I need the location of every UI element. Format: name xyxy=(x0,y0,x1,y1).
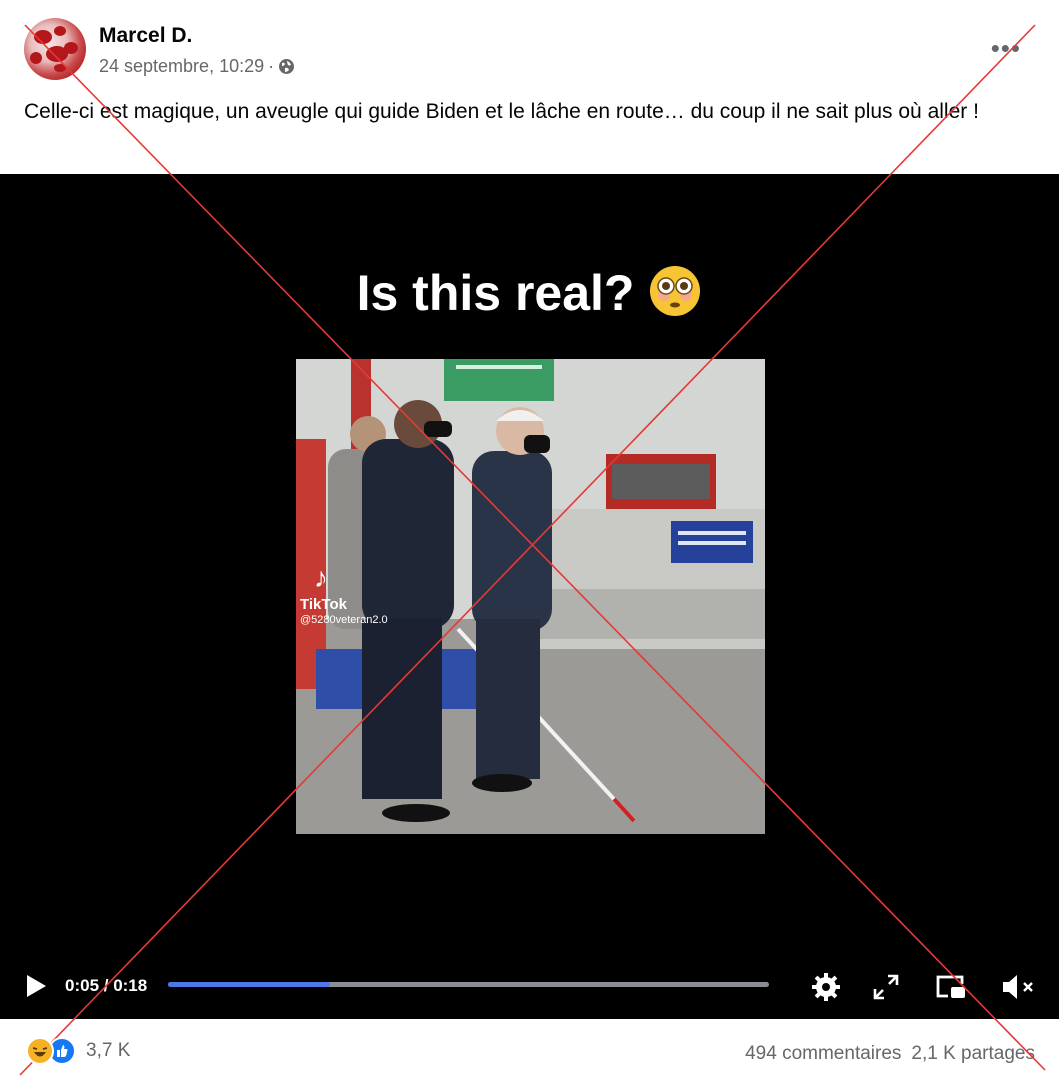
gear-icon xyxy=(812,973,840,1001)
video-controls: 0:05 / 0:18 xyxy=(0,964,1059,1008)
meta-separator: · xyxy=(268,56,275,76)
video-player[interactable]: Is this real? ♪ TikTok @5280veteran2.0 0… xyxy=(0,174,1059,1019)
tiktok-watermark: ♪ TikTok @5280veteran2.0 xyxy=(300,562,388,627)
video-progress-bar[interactable] xyxy=(168,982,769,987)
picture-in-picture-icon xyxy=(936,975,965,998)
facebook-post: Marcel D. 24 septembre, 10:29 · ••• Cell… xyxy=(0,0,1059,1080)
video-time: 0:05 / 0:18 xyxy=(65,976,148,995)
post-meta: 24 septembre, 10:29 · xyxy=(99,56,295,77)
overlay-text: Is this real? xyxy=(356,265,635,321)
author-avatar[interactable] xyxy=(24,18,86,80)
post-stats: 494 commentaires 2,1 K partages xyxy=(745,1043,1035,1065)
globe-icon[interactable] xyxy=(278,58,295,75)
more-options-button[interactable]: ••• xyxy=(991,35,1021,61)
play-button[interactable] xyxy=(24,974,48,998)
play-icon xyxy=(27,975,46,997)
video-progress-fill xyxy=(168,982,331,987)
volume-muted-icon xyxy=(1003,975,1033,999)
author-name[interactable]: Marcel D. xyxy=(99,24,192,48)
comments-link[interactable]: 494 commentaires xyxy=(745,1043,901,1065)
settings-button[interactable] xyxy=(810,971,842,1003)
video-frame: ♪ TikTok @5280veteran2.0 xyxy=(296,359,765,834)
fullscreen-button[interactable] xyxy=(870,971,902,1003)
tiktok-handle: @5280veteran2.0 xyxy=(300,614,388,626)
tiktok-logo-icon: ♪ xyxy=(314,562,328,593)
post-footer: 3,7 K 494 commentaires 2,1 K partages xyxy=(0,1019,1059,1080)
shares-link[interactable]: 2,1 K partages xyxy=(911,1043,1035,1065)
tiktok-name: TikTok xyxy=(300,596,347,613)
post-text: Celle-ci est magique, un aveugle qui gui… xyxy=(24,100,979,123)
flushed-face-emoji-icon xyxy=(648,264,702,318)
reaction-count: 3,7 K xyxy=(86,1040,131,1061)
post-date[interactable]: 24 septembre, 10:29 xyxy=(99,56,264,77)
picture-in-picture-button[interactable] xyxy=(934,971,966,1003)
expand-icon xyxy=(873,974,899,1000)
mute-button[interactable] xyxy=(1000,971,1033,1003)
reactions-summary[interactable]: 3,7 K xyxy=(26,1037,130,1065)
video-overlay-caption: Is this real? xyxy=(0,264,1059,322)
haha-reaction-icon xyxy=(26,1037,54,1065)
